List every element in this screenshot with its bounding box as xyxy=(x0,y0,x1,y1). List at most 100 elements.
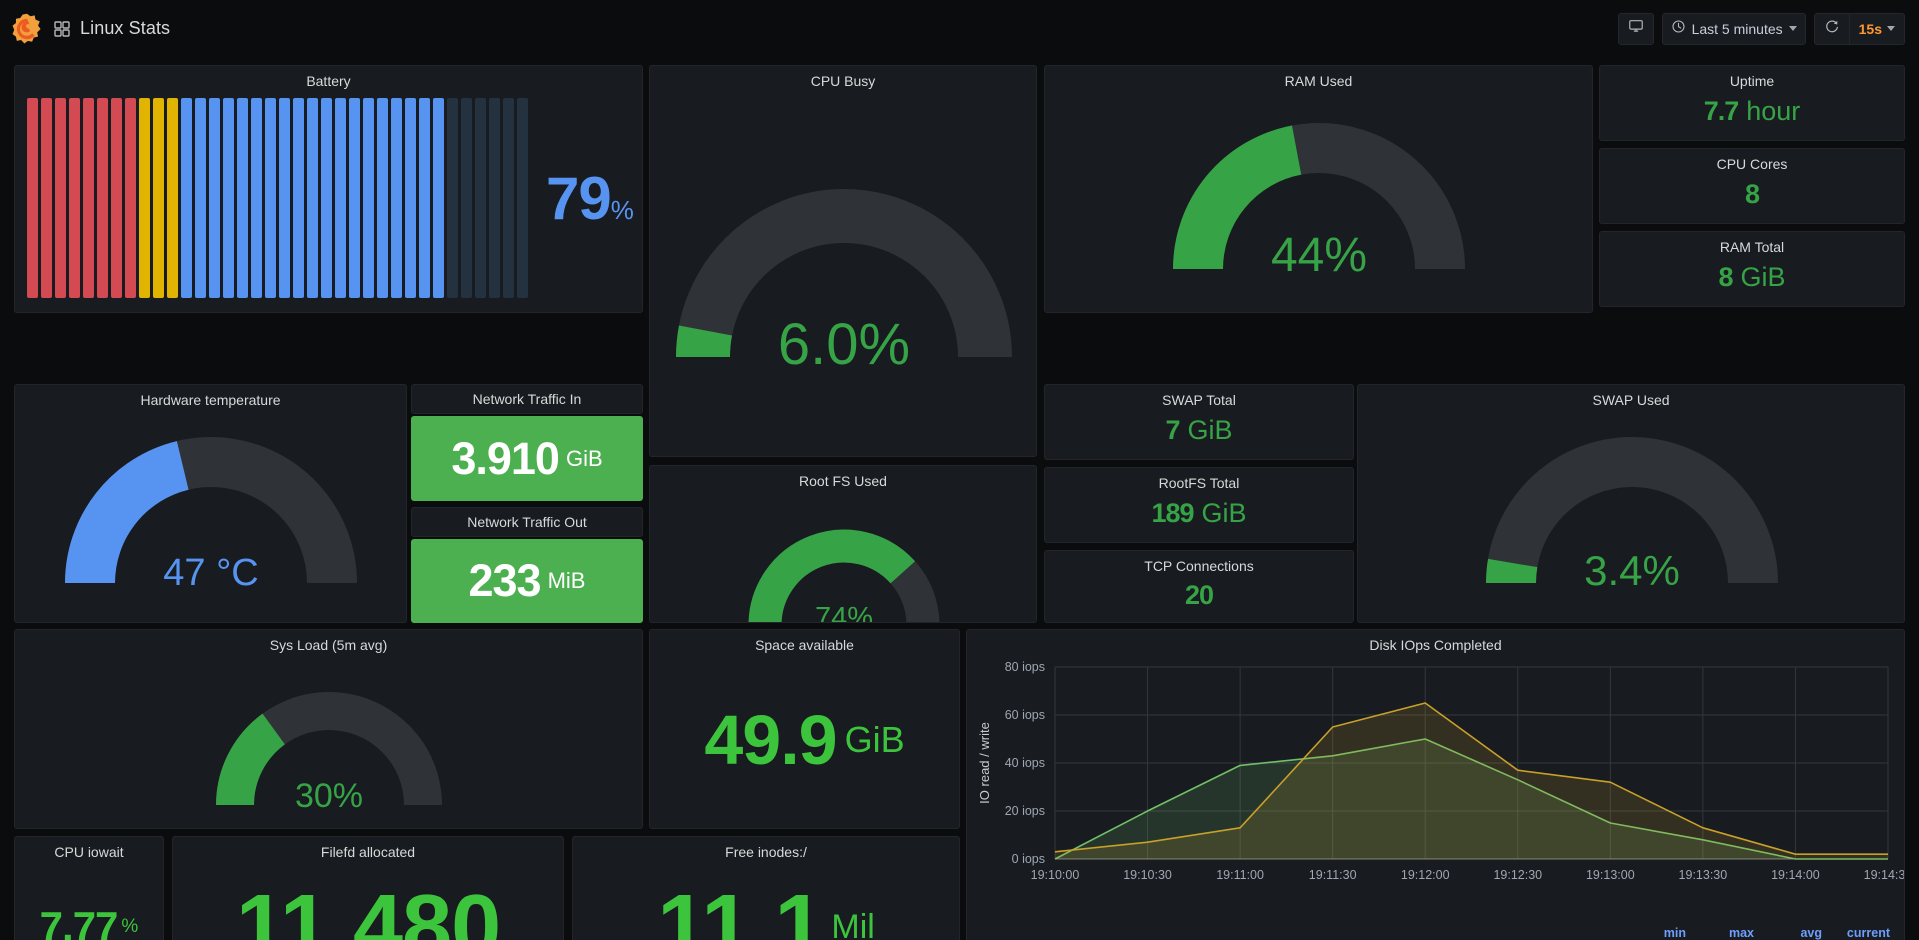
panel-free-inodes[interactable]: Free inodes:/ 11.1 Mil xyxy=(572,836,960,940)
clock-icon xyxy=(1671,19,1686,39)
legend-header-current[interactable]: current xyxy=(1828,926,1896,940)
legend-header-row: min max avg current xyxy=(967,921,1896,940)
battery-unit: % xyxy=(611,195,634,226)
ram-total-value: 8 xyxy=(1718,262,1732,293)
disk-iops-legend: min max avg current sda - Reads complete… xyxy=(967,921,1896,940)
cpu-iowait-value: 7.77 xyxy=(40,903,118,940)
chevron-down-icon xyxy=(1789,26,1797,31)
battery-bar xyxy=(503,98,514,298)
gauge-svg: 47 °C xyxy=(15,408,407,621)
time-range-picker[interactable]: Last 5 minutes xyxy=(1662,13,1806,45)
x-axis-tick-label: 19:11:30 xyxy=(1309,868,1357,882)
battery-bar xyxy=(83,98,94,298)
battery-bar xyxy=(517,98,528,298)
panel-filefd-allocated[interactable]: Filefd allocated 11,480 xyxy=(172,836,564,940)
panel-title-swap-used: SWAP Used xyxy=(1358,385,1904,408)
chevron-down-icon xyxy=(1887,26,1895,31)
legend-header-min[interactable]: min xyxy=(1624,926,1692,940)
root-fs-used-gauge: 74% xyxy=(650,489,1036,620)
battery-bar xyxy=(391,98,402,298)
panel-rootfs-total[interactable]: RootFS Total 189 GiB xyxy=(1044,467,1354,543)
disk-iops-plot: 0 iops20 iops40 iops60 iops80 iops19:10:… xyxy=(967,653,1905,903)
panel-title-swap-total: SWAP Total xyxy=(1045,385,1353,408)
panel-battery[interactable]: Battery 79 % xyxy=(14,65,643,313)
sys-load-gauge: 30% xyxy=(15,653,642,826)
panel-uptime[interactable]: Uptime 7.7 hour xyxy=(1599,65,1905,141)
battery-bar xyxy=(251,98,262,298)
battery-bar xyxy=(279,98,290,298)
battery-bar xyxy=(111,98,122,298)
swap-used-value: 3.4% xyxy=(1584,547,1680,594)
x-axis-tick-label: 19:11:00 xyxy=(1216,868,1264,882)
battery-bar xyxy=(265,98,276,298)
uptime-value: 7.7 xyxy=(1704,96,1739,127)
battery-bar xyxy=(461,98,472,298)
ram-used-value: 44% xyxy=(1271,229,1367,282)
panel-cpu-cores[interactable]: CPU Cores 8 xyxy=(1599,148,1905,224)
grafana-logo-icon[interactable] xyxy=(10,12,44,46)
y-axis-title: IO read / write xyxy=(977,722,992,804)
navbar-controls: Last 5 minutes 15s xyxy=(1618,13,1905,45)
panel-title-hardware-temperature: Hardware temperature xyxy=(15,385,406,408)
panel-tcp-connections[interactable]: TCP Connections 20 xyxy=(1044,550,1354,623)
page-title: Linux Stats xyxy=(80,18,170,39)
panel-hardware-temperature[interactable]: Hardware temperature 47 °C xyxy=(14,384,407,623)
kiosk-tv-icon xyxy=(1628,18,1644,39)
panel-title-ram-used: RAM Used xyxy=(1045,66,1592,89)
panel-title-cpu-iowait: CPU iowait xyxy=(15,837,163,860)
x-axis-tick-label: 19:14:00 xyxy=(1771,868,1820,882)
gauge-svg: 44% xyxy=(1045,89,1593,311)
swap-total-value: 7 xyxy=(1165,415,1179,446)
panel-title-battery: Battery xyxy=(15,66,642,89)
x-axis-tick-label: 19:10:30 xyxy=(1123,868,1172,882)
battery-bar xyxy=(55,98,66,298)
battery-bar xyxy=(377,98,388,298)
panel-title-rootfs-total: RootFS Total xyxy=(1045,468,1353,491)
legend-header-max[interactable]: max xyxy=(1692,926,1760,940)
panel-sys-load[interactable]: Sys Load (5m avg) 30% xyxy=(14,629,643,829)
panel-title-free-inodes: Free inodes:/ xyxy=(573,837,959,860)
legend-header-avg[interactable]: avg xyxy=(1760,926,1828,940)
refresh-interval-label: 15s xyxy=(1859,21,1882,37)
x-axis-tick-label: 19:12:00 xyxy=(1401,868,1450,882)
panel-ram-total[interactable]: RAM Total 8 GiB xyxy=(1599,231,1905,307)
battery-bar xyxy=(419,98,430,298)
panel-title-cpu-busy: CPU Busy xyxy=(650,66,1036,89)
battery-bar xyxy=(447,98,458,298)
panel-cpu-busy[interactable]: CPU Busy 6.0% xyxy=(649,65,1037,457)
panel-network-traffic-in[interactable]: 3.910 GiB xyxy=(411,416,643,501)
panel-swap-used[interactable]: SWAP Used 3.4% xyxy=(1357,384,1905,623)
battery-bar xyxy=(237,98,248,298)
network-traffic-in-value: 3.910 xyxy=(451,433,559,485)
ram-used-gauge: 44% xyxy=(1045,89,1592,310)
battery-bar xyxy=(293,98,304,298)
network-traffic-out-value: 233 xyxy=(469,555,541,607)
panel-network-traffic-out[interactable]: 233 MiB xyxy=(411,539,643,623)
panel-root-fs-used[interactable]: Root FS Used 74% xyxy=(649,465,1037,623)
panel-title-uptime: Uptime xyxy=(1600,66,1904,89)
panel-cpu-iowait[interactable]: CPU iowait 7.77 % xyxy=(14,836,164,940)
dashboard-grid: Battery 79 % CPU Busy xyxy=(0,57,1919,940)
swap-used-gauge: 3.4% xyxy=(1358,408,1904,620)
panel-title-root-fs-used: Root FS Used xyxy=(650,466,1036,489)
battery-bar xyxy=(27,98,38,298)
network-traffic-out-unit: MiB xyxy=(548,568,586,594)
kiosk-tv-button[interactable] xyxy=(1618,13,1654,45)
sys-load-value: 30% xyxy=(295,777,363,815)
x-axis-tick-label: 19:13:30 xyxy=(1679,868,1728,882)
ram-total-unit: GiB xyxy=(1741,262,1786,293)
battery-value: 79 xyxy=(546,164,611,233)
battery-bar xyxy=(195,98,206,298)
panel-network-traffic-out-title: Network Traffic Out xyxy=(411,507,643,537)
filefd-allocated-value: 11,480 xyxy=(236,876,500,940)
panel-disk-iops-completed[interactable]: Disk IOps Completed 0 iops20 iops40 iops… xyxy=(966,629,1905,940)
cpu-iowait-unit: % xyxy=(121,916,138,938)
rootfs-total-unit: GiB xyxy=(1202,498,1247,529)
refresh-interval-picker[interactable]: 15s xyxy=(1850,14,1904,44)
panel-ram-used[interactable]: RAM Used 44% xyxy=(1044,65,1593,313)
panel-swap-total[interactable]: SWAP Total 7 GiB xyxy=(1044,384,1354,460)
refresh-controls: 15s xyxy=(1814,13,1905,45)
panel-space-available[interactable]: Space available 49.9 GiB xyxy=(649,629,960,829)
refresh-icon xyxy=(1824,18,1840,39)
refresh-button[interactable] xyxy=(1815,14,1849,44)
